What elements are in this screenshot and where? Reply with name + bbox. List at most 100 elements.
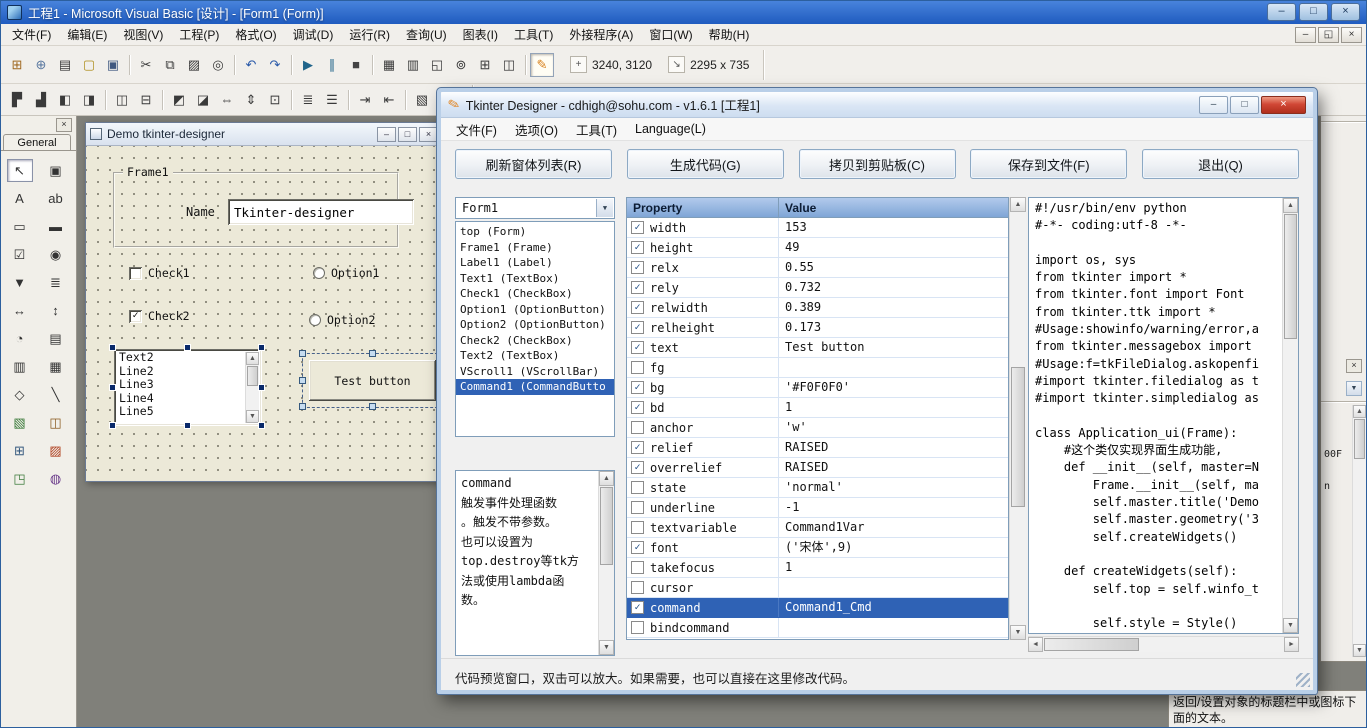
menu-item[interactable]: 文件(F)	[4, 23, 59, 46]
menu-item[interactable]: 工具(T)	[506, 23, 561, 46]
property-row[interactable]: underline -1	[627, 498, 1008, 518]
end-icon[interactable]: ■	[344, 53, 368, 77]
property-checkbox[interactable]	[631, 541, 644, 554]
dir-listbox-icon[interactable]: ▥	[7, 355, 33, 378]
scrollbar-thumb[interactable]	[1354, 419, 1365, 459]
toolbox-tab-general[interactable]: General	[3, 134, 71, 151]
picture-box-icon[interactable]: ▣	[43, 159, 69, 182]
same-width-icon[interactable]: ⇔	[215, 88, 239, 112]
toolbar-icon[interactable]	[125, 53, 134, 77]
form-designer-titlebar[interactable]: Demo tkinter-designer	[86, 123, 442, 146]
scroll-right-icon[interactable]	[1284, 637, 1299, 652]
property-checkbox[interactable]	[631, 601, 644, 614]
option2-circle[interactable]	[309, 314, 321, 326]
form-layout-window-icon[interactable]: ◱	[425, 53, 449, 77]
property-checkbox[interactable]	[631, 241, 644, 254]
property-checkbox[interactable]	[631, 361, 644, 374]
menu-item[interactable]: 窗口(W)	[641, 23, 700, 46]
minimize-button[interactable]	[1267, 3, 1296, 21]
property-checkbox[interactable]	[631, 461, 644, 474]
property-row[interactable]: bindcommand	[627, 618, 1008, 638]
label1-control[interactable]: Name	[186, 205, 215, 219]
property-row[interactable]: width 153	[627, 218, 1008, 238]
toolbar-icon[interactable]	[344, 88, 353, 112]
selection-handle[interactable]	[258, 344, 265, 351]
form-design-surface[interactable]: Frame1 Name Check1 Option1 Check2 Option…	[86, 146, 442, 481]
scrollbar-thumb[interactable]	[1284, 214, 1297, 339]
property-row[interactable]: state 'normal'	[627, 478, 1008, 498]
command1-button-control[interactable]: Test button	[309, 360, 436, 401]
scrollbar-thumb[interactable]	[1044, 638, 1139, 651]
property-row[interactable]: relx 0.55	[627, 258, 1008, 278]
file-listbox-icon[interactable]: ▦	[43, 355, 69, 378]
property-value[interactable]	[779, 358, 1008, 377]
property-checkbox[interactable]	[631, 301, 644, 314]
code-preview[interactable]: #!/usr/bin/env python #-*- coding:utf-8 -…	[1028, 197, 1299, 634]
property-checkbox[interactable]	[631, 401, 644, 414]
widget-list-item[interactable]: Label1 (Label)	[456, 255, 614, 271]
property-value[interactable]: 0.389	[779, 298, 1008, 317]
widget-list-item[interactable]: VScroll1 (VScrollBar)	[456, 364, 614, 380]
save-project-icon[interactable]: ▣	[101, 53, 125, 77]
object-combo-dropdown-icon[interactable]	[1346, 381, 1362, 396]
outdent-icon[interactable]: ⇤	[377, 88, 401, 112]
toolbar-icon[interactable]	[287, 53, 296, 77]
property-value[interactable]	[779, 618, 1008, 637]
property-value[interactable]: 153	[779, 218, 1008, 237]
mdi-close-button[interactable]	[1341, 26, 1362, 43]
option1-circle[interactable]	[313, 267, 325, 279]
align-bottoms-icon[interactable]: ◪	[191, 88, 215, 112]
project-explorer-icon[interactable]: ▦	[377, 53, 401, 77]
center-vertically-icon[interactable]: ⊟	[134, 88, 158, 112]
property-value[interactable]: 1	[779, 398, 1008, 417]
widget-list[interactable]: top (Form) Frame1 (Frame) Label1 (Label) Te…	[455, 221, 615, 437]
toolbar-icon[interactable]	[287, 88, 296, 112]
drive-listbox-icon[interactable]: ▤	[43, 327, 69, 350]
property-value[interactable]	[779, 578, 1008, 597]
line-icon[interactable]: ╲	[43, 383, 69, 406]
shape-icon[interactable]: ◇	[7, 383, 33, 406]
scroll-up-icon[interactable]	[1353, 405, 1366, 418]
text1-control[interactable]	[228, 199, 414, 225]
property-grid-scrollbar[interactable]	[1009, 197, 1026, 640]
selection-handle[interactable]	[299, 377, 306, 384]
help-scrollbar[interactable]	[598, 471, 614, 655]
text2-listbox-control[interactable]: Text2 Line2 Line3 Line4 Line5	[114, 349, 262, 426]
pointer-icon[interactable]: ↖	[6, 159, 33, 182]
menu-item[interactable]: 格式(O)	[227, 23, 284, 46]
property-row[interactable]: text Test button	[627, 338, 1008, 358]
data-view-window-icon[interactable]: ◫	[497, 53, 521, 77]
scrollbar-thumb[interactable]	[1011, 367, 1025, 507]
scroll-down-icon[interactable]	[1010, 625, 1026, 640]
property-value[interactable]: Test button	[779, 338, 1008, 357]
undo-icon[interactable]: ↶	[239, 53, 263, 77]
property-column-header[interactable]: Property	[627, 198, 779, 217]
widget-list-item[interactable]: Text2 (TextBox)	[456, 348, 614, 364]
form-close-button[interactable]	[419, 126, 438, 142]
property-row[interactable]: relheight 0.173	[627, 318, 1008, 338]
selection-handle[interactable]	[299, 350, 306, 357]
selection-handle[interactable]	[258, 384, 265, 391]
same-size-icon[interactable]: ⊡	[263, 88, 287, 112]
redo-icon[interactable]: ↷	[263, 53, 287, 77]
property-value[interactable]: Command1Var	[779, 518, 1008, 537]
h-scrollbar-icon[interactable]: ↔	[7, 299, 33, 322]
widget-list-item[interactable]: Option1 (OptionButton)	[456, 302, 614, 318]
scroll-up-icon[interactable]	[246, 352, 259, 365]
scroll-down-icon[interactable]	[1353, 644, 1366, 657]
menu-item[interactable]: 编辑(E)	[59, 23, 115, 46]
start-icon[interactable]: ▶	[296, 53, 320, 77]
check2-control[interactable]: Check2	[129, 309, 190, 323]
property-value[interactable]: RAISED	[779, 458, 1008, 477]
property-row[interactable]: fg	[627, 358, 1008, 378]
paste-icon[interactable]: ▨	[182, 53, 206, 77]
property-value[interactable]: Command1_Cmd	[779, 598, 1008, 617]
same-height-icon[interactable]: ⇕	[239, 88, 263, 112]
list-box-icon[interactable]: ≣	[43, 271, 69, 294]
menu-item[interactable]: 调试(D)	[285, 23, 342, 46]
value-column-header[interactable]: Value	[779, 198, 1008, 217]
property-row[interactable]: rely 0.732	[627, 278, 1008, 298]
comment-block-icon[interactable]: ▧	[410, 88, 434, 112]
option2-control[interactable]: Option2	[309, 313, 375, 327]
option1-control[interactable]: Option1	[313, 266, 379, 280]
